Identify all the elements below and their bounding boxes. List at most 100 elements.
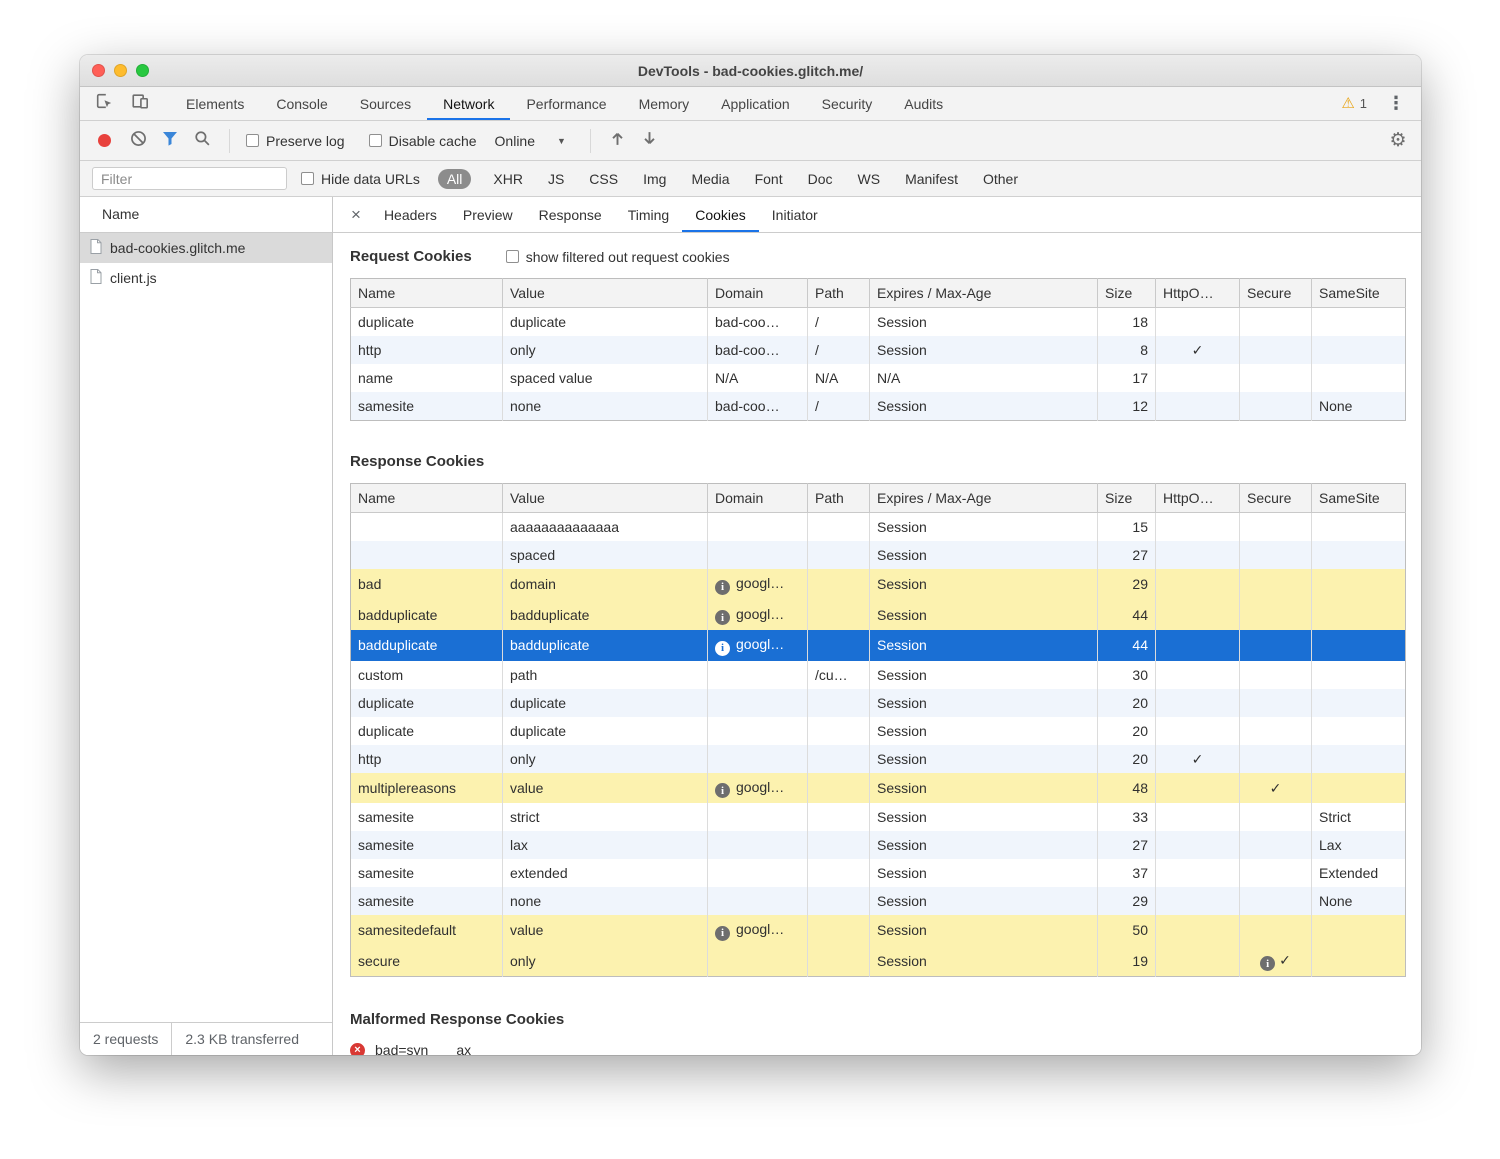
- cookie-row[interactable]: badduplicatebadduplicateigoogl…Session44: [351, 630, 1406, 661]
- cookie-row[interactable]: badduplicatebadduplicateigoogl…Session44: [351, 600, 1406, 631]
- zoom-window-button[interactable]: [136, 64, 149, 77]
- column-header-secure[interactable]: Secure: [1240, 484, 1312, 513]
- tab-elements[interactable]: Elements: [170, 87, 260, 120]
- error-icon: ×: [350, 1043, 365, 1056]
- device-toolbar-button[interactable]: [122, 87, 158, 120]
- cookie-row[interactable]: custompath/cu…Session30: [351, 661, 1406, 689]
- tab-sources[interactable]: Sources: [344, 87, 427, 120]
- close-window-button[interactable]: [92, 64, 105, 77]
- cookie-row[interactable]: baddomainigoogl…Session29: [351, 569, 1406, 600]
- search-button[interactable]: [191, 130, 213, 152]
- filter-pill-img[interactable]: Img: [634, 169, 675, 189]
- column-header-secure[interactable]: Secure: [1240, 279, 1312, 308]
- throttling-dropdown[interactable]: Online ▼: [487, 131, 574, 151]
- cookie-row[interactable]: duplicateduplicateSession20: [351, 717, 1406, 745]
- detail-tab-timing[interactable]: Timing: [615, 197, 683, 232]
- column-header-samesite[interactable]: SameSite: [1312, 279, 1406, 308]
- clear-button[interactable]: [127, 130, 149, 152]
- filter-pill-other[interactable]: Other: [974, 169, 1027, 189]
- filter-pill-xhr[interactable]: XHR: [484, 169, 532, 189]
- filter-pill-js[interactable]: JS: [539, 169, 573, 189]
- cookie-cell-path: [808, 600, 870, 631]
- column-header-size[interactable]: Size: [1098, 279, 1156, 308]
- cookie-row[interactable]: multiplereasonsvalueigoogl…Session48✓: [351, 773, 1406, 804]
- cookie-row[interactable]: httponlySession20✓: [351, 745, 1406, 773]
- detail-tab-cookies[interactable]: Cookies: [682, 197, 759, 232]
- column-header-value[interactable]: Value: [503, 484, 708, 513]
- column-header-httpo-[interactable]: HttpO…: [1156, 484, 1240, 513]
- tab-network[interactable]: Network: [427, 87, 510, 120]
- request-row[interactable]: bad-cookies.glitch.me: [80, 233, 332, 263]
- cookie-cell-domain: bad-coo…: [708, 308, 808, 337]
- cell-text: 48: [1132, 780, 1148, 796]
- filter-pill-media[interactable]: Media: [682, 169, 738, 189]
- cell-text: spaced: [510, 547, 555, 563]
- column-header-size[interactable]: Size: [1098, 484, 1156, 513]
- cookie-row[interactable]: httponlybad-coo…/Session8✓: [351, 336, 1406, 364]
- cookie-cell-size: 29: [1098, 569, 1156, 600]
- cookie-row[interactable]: namespaced valueN/AN/AN/A17: [351, 364, 1406, 392]
- filter-pill-font[interactable]: Font: [746, 169, 792, 189]
- cookie-row[interactable]: samesitenoneSession29None: [351, 887, 1406, 915]
- filter-pill-css[interactable]: CSS: [580, 169, 627, 189]
- cookie-row[interactable]: duplicateduplicatebad-coo…/Session18: [351, 308, 1406, 337]
- tab-console[interactable]: Console: [260, 87, 343, 120]
- request-row[interactable]: client.js: [80, 263, 332, 293]
- filter-pill-doc[interactable]: Doc: [799, 169, 842, 189]
- column-header-samesite[interactable]: SameSite: [1312, 484, 1406, 513]
- column-header-name[interactable]: Name: [351, 279, 503, 308]
- cell-text: ✓: [1192, 751, 1204, 767]
- column-header-path[interactable]: Path: [808, 484, 870, 513]
- filter-pill-all[interactable]: All: [438, 169, 472, 189]
- detail-tab-headers[interactable]: Headers: [371, 197, 450, 232]
- cookie-cell-value: spaced: [503, 541, 708, 569]
- disable-cache-checkbox[interactable]: Disable cache: [369, 133, 477, 149]
- cell-text: googl…: [736, 606, 784, 622]
- minimize-window-button[interactable]: [114, 64, 127, 77]
- filter-bar: Hide data URLs All XHR JS CSS Img Media Font Do…: [80, 161, 1421, 197]
- cookie-row[interactable]: samesitestrictSession33Strict: [351, 803, 1406, 831]
- column-header-value[interactable]: Value: [503, 279, 708, 308]
- filter-input[interactable]: [92, 167, 287, 190]
- tab-memory[interactable]: Memory: [623, 87, 706, 120]
- column-header-expires-max-age[interactable]: Expires / Max-Age: [870, 484, 1098, 513]
- cookie-row[interactable]: samesitenonebad-coo…/Session12None: [351, 392, 1406, 421]
- export-har-button[interactable]: [639, 130, 661, 152]
- show-filtered-cookies-checkbox[interactable]: show filtered out request cookies: [506, 249, 730, 265]
- filter-toggle-button[interactable]: [159, 130, 181, 152]
- tab-security[interactable]: Security: [806, 87, 889, 120]
- preserve-log-checkbox[interactable]: Preserve log: [246, 133, 345, 149]
- detail-tab-preview[interactable]: Preview: [450, 197, 526, 232]
- cookie-row[interactable]: samesiteextendedSession37Extended: [351, 859, 1406, 887]
- tab-audits[interactable]: Audits: [888, 87, 959, 120]
- hide-data-urls-checkbox[interactable]: Hide data URLs: [301, 171, 420, 187]
- column-header-expires-max-age[interactable]: Expires / Max-Age: [870, 279, 1098, 308]
- cookie-cell-expires: Session: [870, 831, 1098, 859]
- request-list-header[interactable]: Name: [80, 197, 332, 233]
- cookie-row[interactable]: aaaaaaaaaaaaaaSession15: [351, 513, 1406, 542]
- tab-application[interactable]: Application: [705, 87, 806, 120]
- cookie-row[interactable]: spacedSession27: [351, 541, 1406, 569]
- inspect-element-button[interactable]: [86, 87, 122, 120]
- cell-text: N/A: [815, 370, 838, 386]
- column-header-path[interactable]: Path: [808, 279, 870, 308]
- detail-tab-initiator[interactable]: Initiator: [759, 197, 831, 232]
- import-har-button[interactable]: [607, 130, 629, 152]
- column-header-domain[interactable]: Domain: [708, 484, 808, 513]
- detail-tab-response[interactable]: Response: [526, 197, 615, 232]
- column-header-domain[interactable]: Domain: [708, 279, 808, 308]
- cookie-row[interactable]: samesitelaxSession27Lax: [351, 831, 1406, 859]
- cookie-row[interactable]: duplicateduplicateSession20: [351, 689, 1406, 717]
- column-header-name[interactable]: Name: [351, 484, 503, 513]
- more-options-button[interactable]: ⋮: [1379, 93, 1413, 114]
- cookie-row[interactable]: secureonlySession19i✓: [351, 946, 1406, 977]
- column-header-httpo-[interactable]: HttpO…: [1156, 279, 1240, 308]
- close-detail-button[interactable]: ×: [341, 197, 371, 232]
- tab-performance[interactable]: Performance: [510, 87, 622, 120]
- filter-pill-manifest[interactable]: Manifest: [896, 169, 967, 189]
- filter-pill-ws[interactable]: WS: [849, 169, 890, 189]
- console-warning-indicator[interactable]: ⚠ 1: [1335, 96, 1373, 111]
- record-button[interactable]: [98, 134, 111, 147]
- settings-gear-icon[interactable]: ⚙: [1387, 130, 1409, 152]
- cookie-row[interactable]: samesitedefaultvalueigoogl…Session50: [351, 915, 1406, 946]
